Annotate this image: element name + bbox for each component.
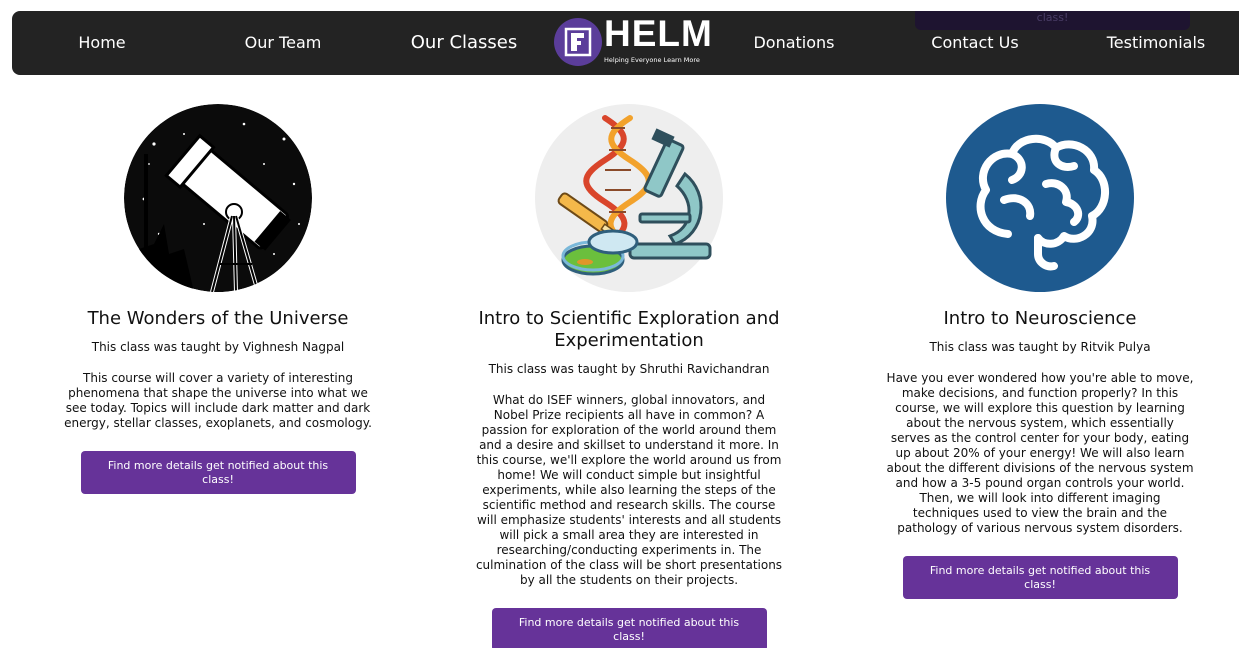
find-details-button[interactable]: Find more details get notified about thi… bbox=[902, 556, 1178, 599]
helm-logo[interactable]: HELM Helping Everyone Learn More bbox=[554, 14, 712, 68]
class-description: This course will cover a variety of inte… bbox=[64, 371, 372, 430]
nav-link-contact-us[interactable]: Contact Us bbox=[931, 11, 1018, 75]
class-card-universe: The Wonders of the Universe This class w… bbox=[48, 104, 388, 494]
nav-link-our-team[interactable]: Our Team bbox=[245, 11, 322, 75]
nav-link-our-classes[interactable]: Our Classes bbox=[411, 11, 518, 75]
find-details-button[interactable]: Find more details get notified about thi… bbox=[80, 451, 356, 494]
class-teacher: This class was taught by Ritvik Pulya bbox=[929, 340, 1151, 354]
class-description: What do ISEF winners, global innovators,… bbox=[475, 393, 783, 587]
page: class! Home Our Team Our Classes Donatio… bbox=[0, 0, 1239, 648]
helm-logo-mark-icon bbox=[554, 18, 602, 66]
logo-tagline: Helping Everyone Learn More bbox=[604, 56, 700, 64]
class-teacher: This class was taught by Vighnesh Nagpal bbox=[91, 340, 345, 354]
class-title: Intro to Neuroscience bbox=[943, 308, 1137, 329]
find-details-button[interactable]: Find more details get notified about thi… bbox=[491, 608, 767, 648]
microscope-dna-icon bbox=[535, 104, 723, 292]
nav-link-testimonials[interactable]: Testimonials bbox=[1107, 11, 1206, 75]
class-card-neuroscience: Intro to Neuroscience This class was tau… bbox=[870, 104, 1210, 599]
class-title: Intro to Scientific Exploration and Expe… bbox=[478, 308, 780, 351]
brain-icon bbox=[946, 104, 1134, 292]
nav-link-donations[interactable]: Donations bbox=[753, 11, 834, 75]
telescope-icon bbox=[124, 104, 312, 292]
class-teacher: This class was taught by Shruthi Ravicha… bbox=[488, 362, 770, 376]
logo-wordmark: HELM bbox=[604, 13, 713, 54]
class-card-scientific-exploration: Intro to Scientific Exploration and Expe… bbox=[459, 104, 799, 648]
nav-link-home[interactable]: Home bbox=[78, 11, 125, 75]
class-title: The Wonders of the Universe bbox=[87, 308, 349, 329]
class-description: Have you ever wondered how you're able t… bbox=[886, 371, 1194, 535]
